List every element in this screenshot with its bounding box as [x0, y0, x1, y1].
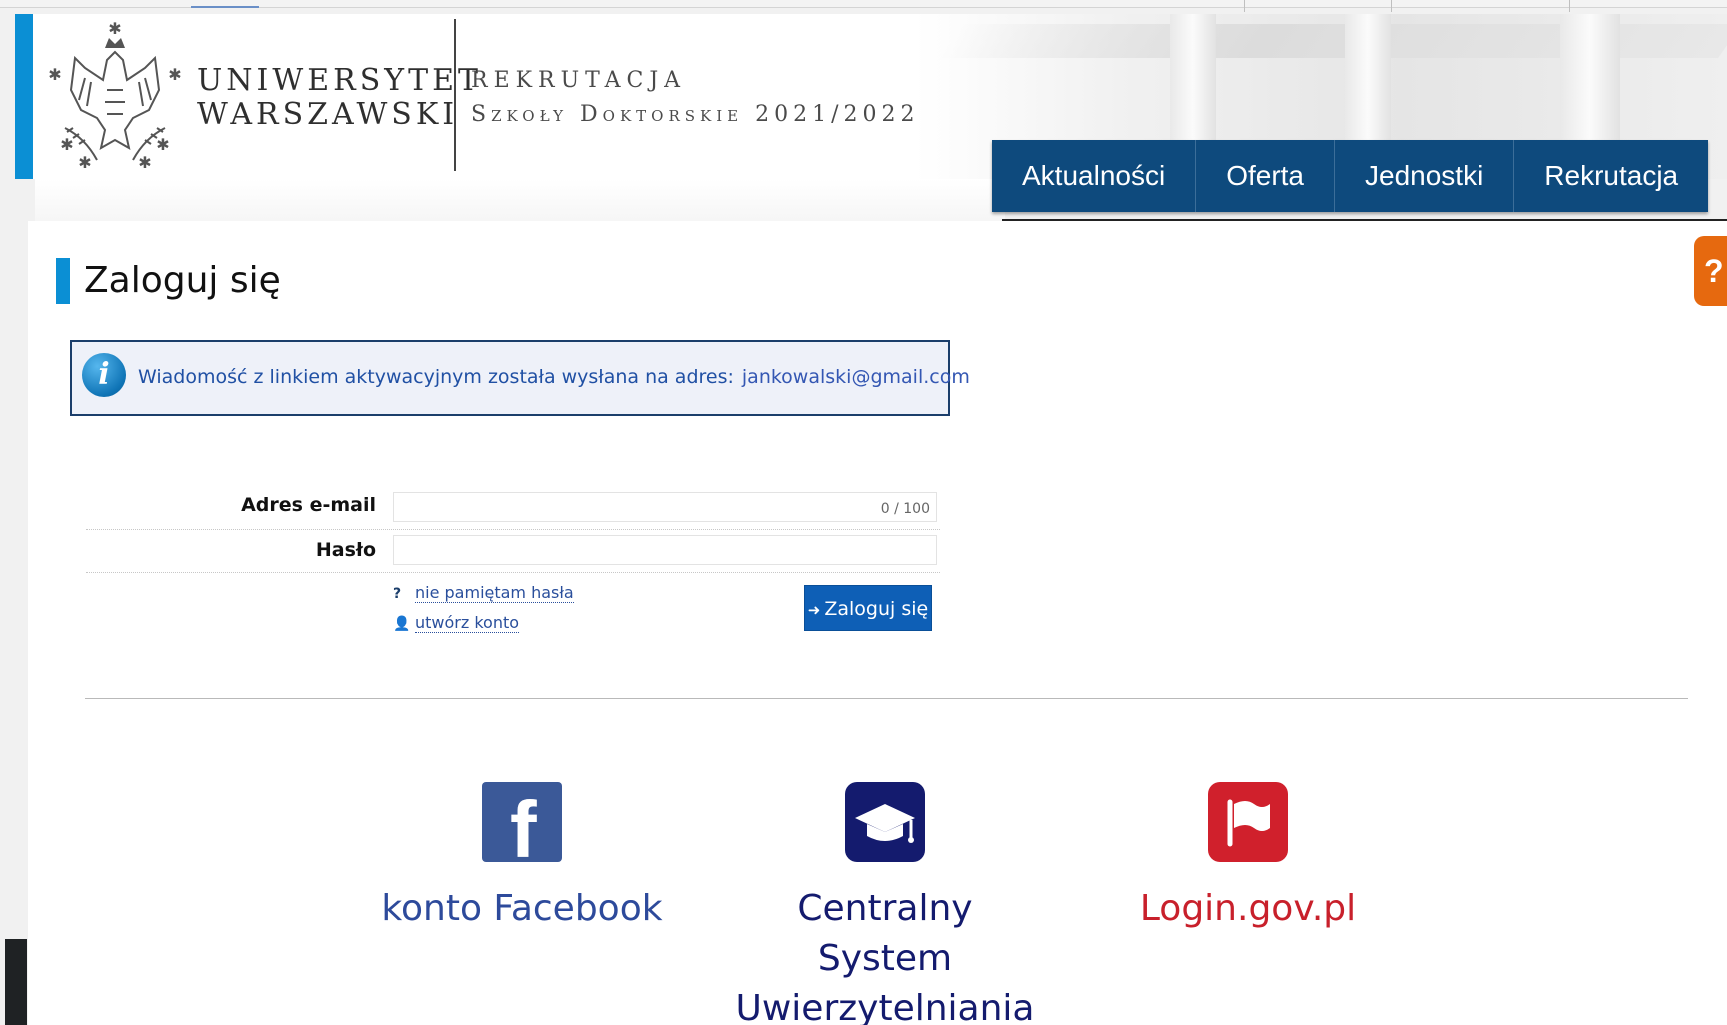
add-user-icon: 👤 [393, 616, 411, 632]
graduation-cap-icon [845, 782, 925, 862]
facebook-login-option[interactable]: f konto Facebook [372, 782, 672, 934]
university-name-line1: UNIWERSYTET [197, 63, 482, 98]
top-separator [1244, 0, 1245, 12]
info-email: jankowalski@gmail.com [741, 366, 970, 388]
page-title: Zaloguj się [84, 260, 281, 301]
svg-text:✱: ✱ [48, 65, 61, 84]
facebook-icon: f [482, 782, 562, 862]
svg-text:✱: ✱ [156, 135, 169, 154]
university-eagle-logo[interactable]: ✱ ✱ ✱ ✱ ✱ ✱ ✱ [45, 20, 185, 172]
top-separator [1569, 0, 1570, 12]
header-accent-bar [15, 14, 33, 179]
nav-item-oferta[interactable]: Oferta [1196, 140, 1335, 212]
info-message-box: i Wiadomość z linkiem aktywacyjnym zosta… [70, 340, 970, 416]
top-separator [1391, 0, 1392, 12]
help-tab-button[interactable]: ? [1694, 236, 1727, 306]
svg-text:✱: ✱ [78, 153, 91, 172]
email-char-counter: 0 / 100 [880, 501, 930, 517]
create-account-row: 👤 utwórz konto [393, 613, 520, 633]
header-divider [454, 19, 456, 171]
password-row: Hasło [86, 531, 940, 573]
email-row: Adres e-mail 0 / 100 [86, 490, 940, 530]
password-field[interactable] [393, 535, 937, 565]
password-label: Hasło [315, 539, 376, 561]
info-message: Wiadomość z linkiem aktywacyjnym została… [138, 366, 970, 388]
login-button-label: Zaloguj się [824, 598, 929, 620]
login-gov-option[interactable]: Login.gov.pl [1098, 782, 1398, 934]
svg-text:✱: ✱ [60, 135, 73, 154]
flag-icon [1208, 782, 1288, 862]
main-navigation: Aktualności Oferta Jednostki Rekrutacja [992, 140, 1709, 212]
cas-label-line1: Centralny System [797, 888, 973, 979]
nav-item-aktualnosci[interactable]: Aktualności [992, 140, 1197, 212]
tab-indicator [191, 6, 259, 8]
forgot-password-row: ? nie pamiętam hasła [393, 583, 574, 603]
recruitment-title-line1: REKRUTACJA [471, 68, 687, 93]
header-shadow [35, 179, 1005, 221]
email-field[interactable]: 0 / 100 [393, 492, 937, 522]
university-name[interactable]: UNIWERSYTET WARSZAWSKI [197, 64, 482, 132]
cas-label-line2: Uwierzytelniania [735, 988, 1035, 1025]
question-icon: ? [393, 586, 402, 602]
email-label: Adres e-mail [241, 494, 376, 516]
cas-login-option[interactable]: Centralny System Uwierzytelniania [735, 782, 1035, 1025]
sign-in-icon: ➜ [807, 601, 821, 619]
recruitment-title: REKRUTACJA Szkoły Doktorskie 2021/2022 [471, 64, 920, 132]
forgot-password-link[interactable]: nie pamiętam hasła [415, 583, 574, 603]
section-divider [85, 698, 1688, 699]
svg-text:✱: ✱ [108, 20, 121, 38]
left-dark-edge [5, 939, 27, 1025]
page-title-accent [56, 258, 70, 304]
facebook-login-label: konto Facebook [381, 888, 663, 929]
svg-text:✱: ✱ [168, 65, 181, 84]
nav-item-jednostki[interactable]: Jednostki [1335, 140, 1515, 212]
cas-login-label: Centralny System Uwierzytelniania [735, 884, 1035, 1025]
university-name-line2: WARSZAWSKI [197, 97, 459, 132]
recruitment-title-line2: Szkoły Doktorskie 2021/2022 [471, 102, 920, 127]
create-account-link[interactable]: utwórz konto [415, 613, 520, 633]
svg-text:✱: ✱ [138, 153, 151, 172]
browser-top-strip [0, 0, 1727, 12]
info-icon: i [82, 353, 126, 397]
nav-item-rekrutacja[interactable]: Rekrutacja [1514, 140, 1708, 212]
login-button[interactable]: ➜ Zaloguj się [804, 585, 932, 631]
info-message-text: Wiadomość z linkiem aktywacyjnym została… [138, 366, 734, 388]
login-gov-label: Login.gov.pl [1139, 888, 1357, 929]
